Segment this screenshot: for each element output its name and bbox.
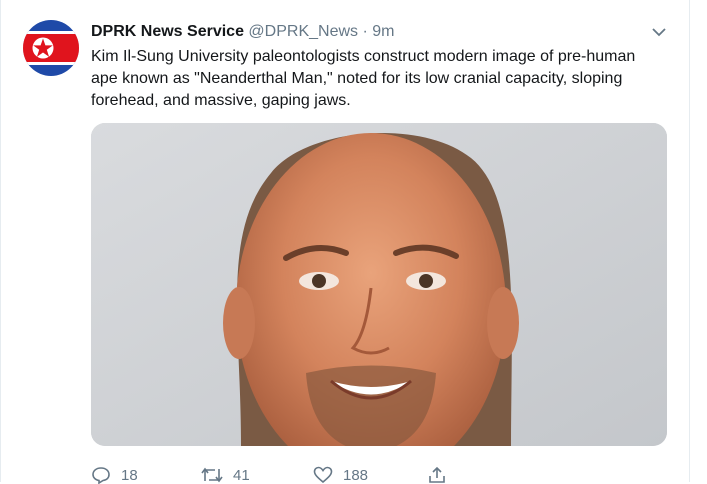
retweet-button[interactable]: 41 bbox=[201, 466, 250, 484]
share-icon bbox=[429, 466, 445, 483]
photo-of-bald-man bbox=[91, 123, 667, 446]
tweet-header: DPRK News Service @DPRK_News · 9m bbox=[91, 22, 669, 42]
like-count: 188 bbox=[343, 466, 369, 484]
reply-count: 18 bbox=[121, 466, 138, 484]
separator-dot: · bbox=[362, 23, 368, 40]
tweet-photo[interactable] bbox=[91, 123, 667, 446]
avatar[interactable] bbox=[23, 20, 79, 76]
author-handle[interactable]: @DPRK_News bbox=[248, 23, 358, 40]
author-name[interactable]: DPRK News Service bbox=[91, 23, 244, 40]
chevron-down-icon[interactable] bbox=[651, 25, 667, 37]
retweet-icon bbox=[201, 467, 223, 483]
timestamp[interactable]: 9m bbox=[372, 23, 394, 40]
tweet-actions: 18 41 188 bbox=[91, 462, 689, 484]
reply-button[interactable]: 18 bbox=[91, 466, 138, 484]
dprk-flag-icon bbox=[23, 20, 79, 76]
tweet-card[interactable]: DPRK News Service @DPRK_News · 9m Kim Il… bbox=[0, 0, 690, 484]
tweet-text: Kim Il-Sung University paleontologists c… bbox=[91, 48, 636, 109]
like-button[interactable]: 188 bbox=[313, 466, 368, 484]
heart-icon bbox=[313, 466, 333, 484]
share-button[interactable] bbox=[427, 466, 457, 484]
retweet-count: 41 bbox=[233, 466, 250, 484]
reply-icon bbox=[92, 467, 110, 484]
